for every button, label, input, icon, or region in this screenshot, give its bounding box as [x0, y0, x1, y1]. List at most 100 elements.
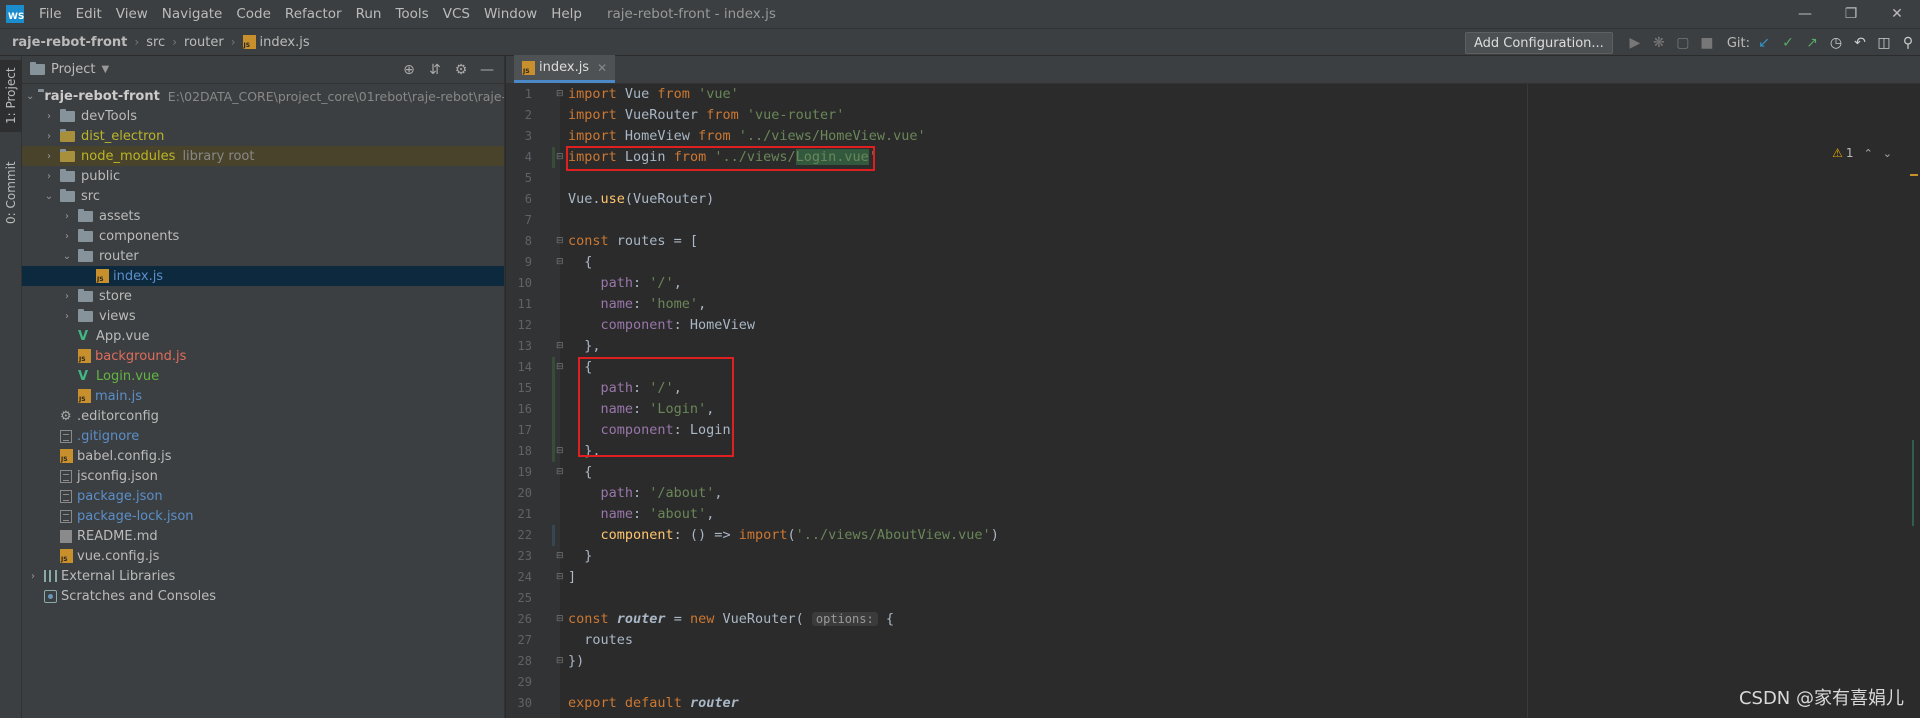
- tree-item-views[interactable]: › views: [22, 306, 504, 326]
- chevron-down-icon[interactable]: ⌄: [26, 91, 34, 102]
- tree-item-vue-config[interactable]: vue.config.js: [22, 546, 504, 566]
- commit-tool-tab[interactable]: 0: Commit: [0, 154, 22, 232]
- tree-item-main-js[interactable]: main.js: [22, 386, 504, 406]
- chevron-right-icon[interactable]: ›: [42, 111, 56, 122]
- hide-icon[interactable]: —: [474, 58, 500, 82]
- tree-item-package-lock[interactable]: package-lock.json: [22, 506, 504, 526]
- menu-navigate[interactable]: Navigate: [155, 0, 230, 28]
- menu-refactor[interactable]: Refactor: [278, 0, 349, 28]
- breadcrumb-project[interactable]: raje-rebot-front: [0, 35, 130, 50]
- chevron-down-icon[interactable]: ⌄: [42, 191, 56, 202]
- project-view-selector[interactable]: Project ▼: [30, 62, 109, 77]
- restore-icon[interactable]: ❐: [1828, 0, 1874, 28]
- chevron-up-icon[interactable]: ⌃: [1864, 147, 1873, 160]
- tree-item-gitignore[interactable]: .gitignore: [22, 426, 504, 446]
- tree-item-store[interactable]: › store: [22, 286, 504, 306]
- add-configuration-button[interactable]: Add Configuration...: [1464, 32, 1613, 54]
- tree-root[interactable]: ⌄ raje-rebot-front E:\02DATA_CORE\projec…: [22, 86, 504, 106]
- menu-edit[interactable]: Edit: [69, 0, 109, 28]
- menu-run[interactable]: Run: [349, 0, 389, 28]
- chevron-right-icon[interactable]: ›: [42, 131, 56, 142]
- tab-index-js[interactable]: index.js ✕: [514, 55, 616, 83]
- tree-item-components[interactable]: › components: [22, 226, 504, 246]
- vcs-change-marker[interactable]: [552, 525, 555, 546]
- tree-item-dist-electron[interactable]: › dist_electron: [22, 126, 504, 146]
- layout-icon[interactable]: ◫: [1872, 31, 1896, 55]
- tree-item-index-js[interactable]: index.js: [22, 266, 504, 286]
- tree-item-readme[interactable]: README.md: [22, 526, 504, 546]
- menu-help[interactable]: Help: [544, 0, 589, 28]
- search-icon[interactable]: ⚲: [1896, 31, 1920, 55]
- fold-icon[interactable]: ⊟: [556, 546, 564, 567]
- tree-item-router[interactable]: ⌄ router: [22, 246, 504, 266]
- git-update-icon[interactable]: ↙: [1752, 31, 1776, 55]
- tree-item-external-libraries[interactable]: › External Libraries: [22, 566, 504, 586]
- fold-icon[interactable]: ⊟: [556, 567, 564, 588]
- tree-item-assets[interactable]: › assets: [22, 206, 504, 226]
- chevron-right-icon[interactable]: ›: [42, 171, 56, 182]
- tree-item-src[interactable]: ⌄ src: [22, 186, 504, 206]
- rollback-icon[interactable]: ↶: [1848, 31, 1872, 55]
- fold-icon[interactable]: ⊟: [556, 651, 564, 672]
- tree-item-scratches[interactable]: Scratches and Consoles: [22, 586, 504, 606]
- menu-code[interactable]: Code: [229, 0, 278, 28]
- tree-item-editorconfig[interactable]: ⚙ .editorconfig: [22, 406, 504, 426]
- menu-tools[interactable]: Tools: [388, 0, 435, 28]
- tree-item-jsconfig[interactable]: jsconfig.json: [22, 466, 504, 486]
- gear-icon[interactable]: ⚙: [448, 58, 474, 82]
- vcs-change-marker[interactable]: [552, 357, 555, 462]
- chevron-right-icon[interactable]: ›: [60, 311, 74, 322]
- close-tab-icon[interactable]: ✕: [597, 61, 607, 75]
- menu-file[interactable]: File: [32, 0, 69, 28]
- git-push-icon[interactable]: ↗: [1800, 31, 1824, 55]
- fold-icon[interactable]: ⊟: [556, 441, 564, 462]
- debug-icon[interactable]: ❋: [1647, 31, 1671, 55]
- breadcrumb-router[interactable]: router: [181, 35, 227, 50]
- collapse-all-icon[interactable]: ⇵: [422, 58, 448, 82]
- minimize-icon[interactable]: —: [1782, 0, 1828, 28]
- locate-icon[interactable]: ⊕: [396, 58, 422, 82]
- vcs-change-marker[interactable]: [552, 147, 555, 168]
- menu-view[interactable]: View: [109, 0, 155, 28]
- fold-icon[interactable]: ⊟: [556, 147, 564, 168]
- tree-item-public[interactable]: › public: [22, 166, 504, 186]
- tree-item-login-vue[interactable]: V Login.vue: [22, 366, 504, 386]
- code-area[interactable]: import Vue from 'vue' import VueRouter f…: [568, 84, 1898, 718]
- chevron-right-icon[interactable]: ›: [42, 151, 56, 162]
- project-tool-tab[interactable]: 1: Project: [0, 60, 22, 132]
- coverage-icon[interactable]: ▢: [1671, 31, 1695, 55]
- tree-item-app-vue[interactable]: V App.vue: [22, 326, 504, 346]
- stop-icon[interactable]: ■: [1695, 31, 1719, 55]
- close-icon[interactable]: ✕: [1874, 0, 1920, 28]
- chevron-right-icon[interactable]: ›: [26, 571, 40, 582]
- chevron-right-icon[interactable]: ›: [60, 291, 74, 302]
- chevron-down-icon[interactable]: ⌄: [60, 251, 74, 262]
- tree-item-package-json[interactable]: package.json: [22, 486, 504, 506]
- tree-item-node-modules[interactable]: › node_modules library root: [22, 146, 504, 166]
- tree-item-babel-config[interactable]: babel.config.js: [22, 446, 504, 466]
- tree-item-devtools[interactable]: › devTools: [22, 106, 504, 126]
- fold-icon[interactable]: ⊟: [556, 462, 564, 483]
- error-stripe-marker[interactable]: [1910, 174, 1918, 176]
- chevron-down-icon[interactable]: ⌄: [1883, 147, 1892, 160]
- tree-item-background-js[interactable]: background.js: [22, 346, 504, 366]
- history-icon[interactable]: ◷: [1824, 31, 1848, 55]
- inspection-widget[interactable]: ⚠ 1 ⌃ ⌄: [1832, 146, 1892, 160]
- fold-icon[interactable]: ⊟: [556, 609, 564, 630]
- menu-vcs[interactable]: VCS: [436, 0, 477, 28]
- fold-icon[interactable]: ⊟: [556, 231, 564, 252]
- fold-icon[interactable]: ⊟: [556, 252, 564, 273]
- chevron-right-icon[interactable]: ›: [60, 231, 74, 242]
- chevron-right-icon[interactable]: ›: [60, 211, 74, 222]
- breadcrumb-file[interactable]: index.js: [240, 35, 313, 50]
- scrollbar-thumb[interactable]: [1912, 440, 1914, 526]
- chevron-down-icon: ▼: [101, 64, 110, 75]
- git-commit-icon[interactable]: ✓: [1776, 31, 1800, 55]
- fold-icon[interactable]: ⊟: [556, 336, 564, 357]
- tree-item-label: .editorconfig: [77, 408, 159, 424]
- fold-icon[interactable]: ⊟: [556, 84, 564, 105]
- breadcrumb-src[interactable]: src: [143, 35, 168, 50]
- menu-window[interactable]: Window: [477, 0, 544, 28]
- fold-icon[interactable]: ⊟: [556, 357, 564, 378]
- run-icon[interactable]: ▶: [1623, 31, 1647, 55]
